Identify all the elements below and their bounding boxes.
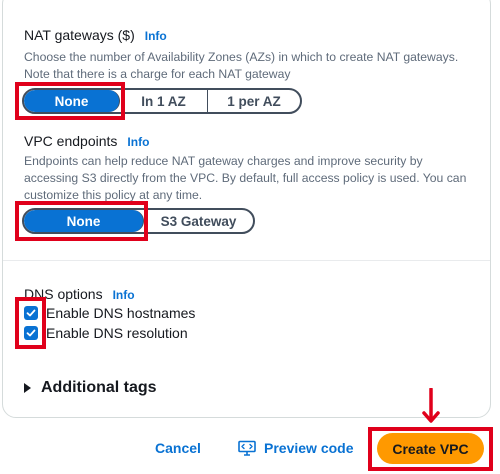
code-preview-icon [238,440,256,456]
preview-code-button[interactable]: Preview code [238,440,354,456]
preview-code-label: Preview code [264,440,354,456]
section-divider [3,260,490,261]
checkmark-icon [26,329,36,337]
dns-hostnames-label: Enable DNS hostnames [46,305,196,321]
vpc-endpoints-title: VPC endpoints [24,133,118,149]
nat-gateways-segmented-control: None In 1 AZ 1 per AZ [22,88,302,114]
nat-option-none[interactable]: None [24,90,120,112]
endpoints-info-link[interactable]: Info [127,135,149,149]
vpc-settings-page: NAT gateways ($) Info Choose the number o… [0,0,500,474]
endpoints-option-s3-gateway[interactable]: S3 Gateway [144,210,253,232]
additional-tags-label: Additional tags [41,379,157,396]
dns-options-section: DNS options Info [24,286,135,302]
cancel-button[interactable]: Cancel [155,440,201,456]
nat-gateways-description: Choose the number of Availability Zones … [24,50,459,81]
nat-option-1-per-az[interactable]: 1 per AZ [208,90,300,112]
nat-gateways-section: NAT gateways ($) Info [24,27,167,43]
checkmark-icon [26,309,36,317]
dns-resolution-label: Enable DNS resolution [46,325,188,341]
dns-info-link[interactable]: Info [113,288,135,302]
endpoints-option-none[interactable]: None [24,210,144,232]
dns-hostnames-checkbox[interactable] [24,306,38,320]
caret-right-icon [24,383,31,393]
additional-tags-expander[interactable]: Additional tags [24,379,157,397]
dns-hostnames-row[interactable]: Enable DNS hostnames [24,305,195,321]
arrow-down-icon [422,388,440,423]
dns-options-title: DNS options [24,286,103,302]
dns-resolution-checkbox[interactable] [24,326,38,340]
nat-gateways-title: NAT gateways ($) [24,27,135,43]
nat-info-link[interactable]: Info [145,29,167,43]
vpc-endpoints-description: Endpoints can help reduce NAT gateway ch… [24,154,467,202]
dns-resolution-row[interactable]: Enable DNS resolution [24,325,188,341]
create-vpc-button[interactable]: Create VPC [377,433,484,464]
nat-option-in-1-az[interactable]: In 1 AZ [120,90,208,112]
vpc-endpoints-segmented-control: None S3 Gateway [22,208,255,234]
vpc-endpoints-section: VPC endpoints Info [24,133,149,149]
